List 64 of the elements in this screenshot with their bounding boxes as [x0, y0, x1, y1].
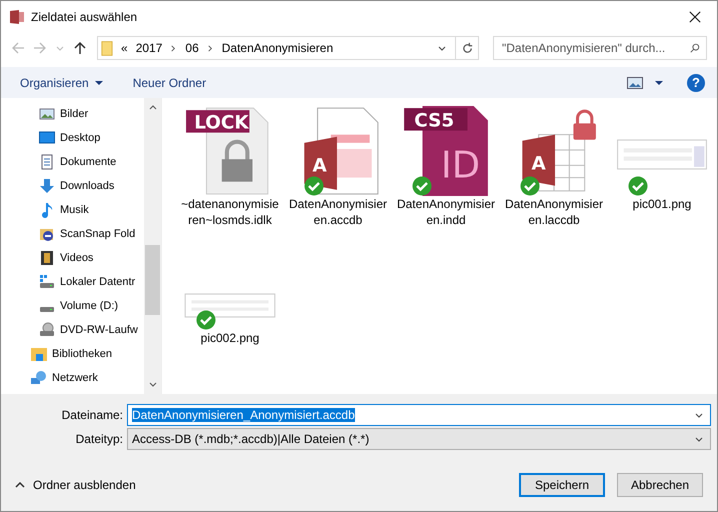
breadcrumb-item[interactable]: « — [121, 41, 128, 55]
file-item[interactable]: pic001.png — [612, 104, 712, 228]
filetype-dropdown[interactable]: Access-DB (*.mdb;*.accdb)|Alle Dateien (*.*) — [127, 428, 711, 450]
filename-field[interactable]: DatenAnonymisieren_Anonymisiert.accdb — [127, 404, 711, 426]
picture-icon — [39, 106, 55, 122]
address-bar[interactable]: « 2017 06 DatenAnonymisieren — [97, 36, 479, 60]
drive-icon — [39, 274, 55, 290]
monitor-icon — [39, 130, 55, 146]
download-arrow-icon — [39, 178, 55, 194]
folder-icon — [31, 346, 47, 362]
toolbar-button[interactable]: Organisieren — [20, 76, 103, 90]
sidebar-item[interactable]: Downloads — [1, 174, 114, 198]
sidebar-item[interactable]: Desktop — [1, 126, 100, 150]
help-button[interactable]: ? — [687, 74, 705, 92]
breadcrumb-item[interactable]: 2017 — [136, 41, 162, 55]
breadcrumb-item[interactable]: 06 — [185, 41, 199, 55]
sidebar-item[interactable]: Bilder — [1, 102, 88, 126]
search-field[interactable]: "DatenAnonymisieren" durch... — [493, 36, 707, 60]
disc-drive-icon — [39, 322, 55, 338]
file-item[interactable]: A DatenAnonymisieren.laccdb — [504, 104, 604, 228]
caret-icon[interactable] — [655, 78, 663, 86]
sidebar-item[interactable]: Volume (D:) — [1, 294, 118, 318]
dialog-button[interactable]: Abbrechen — [617, 473, 703, 497]
screenshot-thumbnail-icon — [616, 139, 708, 170]
breadcrumb-item[interactable]: DatenAnonymisieren — [222, 41, 334, 55]
sidebar-item[interactable]: Lokaler Datentr — [1, 270, 136, 294]
file-item[interactable]: A DatenAnonymisieren.accdb — [288, 104, 388, 228]
scrollbar-thumb[interactable] — [145, 245, 160, 315]
database-app-icon — [9, 8, 25, 24]
chevron-up-icon — [15, 482, 25, 488]
drive-icon — [39, 306, 55, 312]
chevron-up-icon[interactable] — [148, 105, 156, 110]
folder-scanner-icon — [39, 226, 55, 242]
folder-icon — [101, 40, 113, 56]
document-icon — [39, 154, 55, 170]
refresh-icon — [460, 42, 474, 54]
search-icon — [690, 43, 700, 53]
music-note-icon — [39, 202, 55, 218]
sidebar-item[interactable]: Musik — [1, 198, 89, 222]
file-item[interactable]: CS5 ID DatenAnonymisieren.indd — [396, 104, 496, 228]
close-icon[interactable] — [689, 10, 701, 22]
chevron-right-icon — [170, 44, 178, 52]
field-label: Dateiname: — [60, 408, 124, 422]
sidebar-item[interactable]: Netzwerk — [1, 366, 98, 390]
field-label: Dateityp: — [74, 432, 124, 446]
sidebar-item[interactable]: ScanSnap Fold — [1, 222, 136, 246]
file-item[interactable]: pic002.png — [180, 238, 280, 346]
toolbar-button[interactable]: Neuer Ordner — [132, 76, 206, 90]
dialog-button[interactable]: Speichern — [519, 473, 605, 497]
screenshot-thumbnail-icon — [184, 293, 276, 318]
chevron-right-icon — [206, 44, 214, 52]
sidebar-item[interactable]: Videos — [1, 246, 94, 270]
film-strip-icon — [39, 250, 55, 266]
up-arrow-icon[interactable] — [73, 41, 87, 55]
hide-folders-toggle[interactable]: Ordner ausblenden — [15, 478, 136, 492]
scrollbar[interactable] — [144, 98, 161, 394]
sidebar-item[interactable]: Dokumente — [1, 150, 116, 174]
window-title: Zieldatei auswählen — [31, 10, 138, 24]
sidebar-item[interactable]: Bibliotheken — [1, 342, 112, 366]
file-item[interactable]: LOCK ~datenanonymisieren~losmds.idlk — [180, 104, 280, 228]
caret-icon — [94, 78, 103, 86]
sidebar-item[interactable]: DVD-RW-Laufw — [1, 318, 138, 342]
chevron-down-icon[interactable] — [148, 382, 156, 387]
view-picture-icon[interactable] — [627, 76, 643, 88]
